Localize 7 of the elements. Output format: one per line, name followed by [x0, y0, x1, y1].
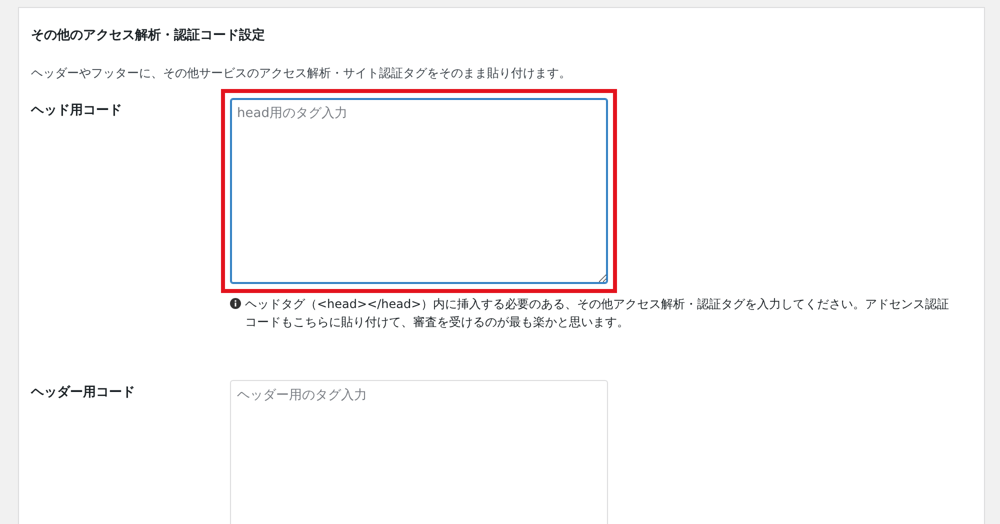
section-title: その他のアクセス解析・認証コード設定 — [31, 26, 266, 45]
field-label: ヘッド用コード — [31, 102, 123, 120]
section-description: ヘッダーやフッターに、その他サービスのアクセス解析・サイト認証タグをそのまま貼り付けます。 — [31, 65, 572, 82]
field-label: ヘッダー用コード — [31, 384, 136, 402]
help-text: ヘッドタグ（<head></head>）内に挿入する必要のある、その他アクセス解析・認証タグを入力してください。アドセンス認証コードもこちらに貼り付けて、審査を受けるのが最も楽かと思います。 — [245, 296, 950, 331]
info-icon — [230, 298, 241, 309]
code-textarea[interactable]: head用のタグ入力 — [230, 98, 608, 284]
